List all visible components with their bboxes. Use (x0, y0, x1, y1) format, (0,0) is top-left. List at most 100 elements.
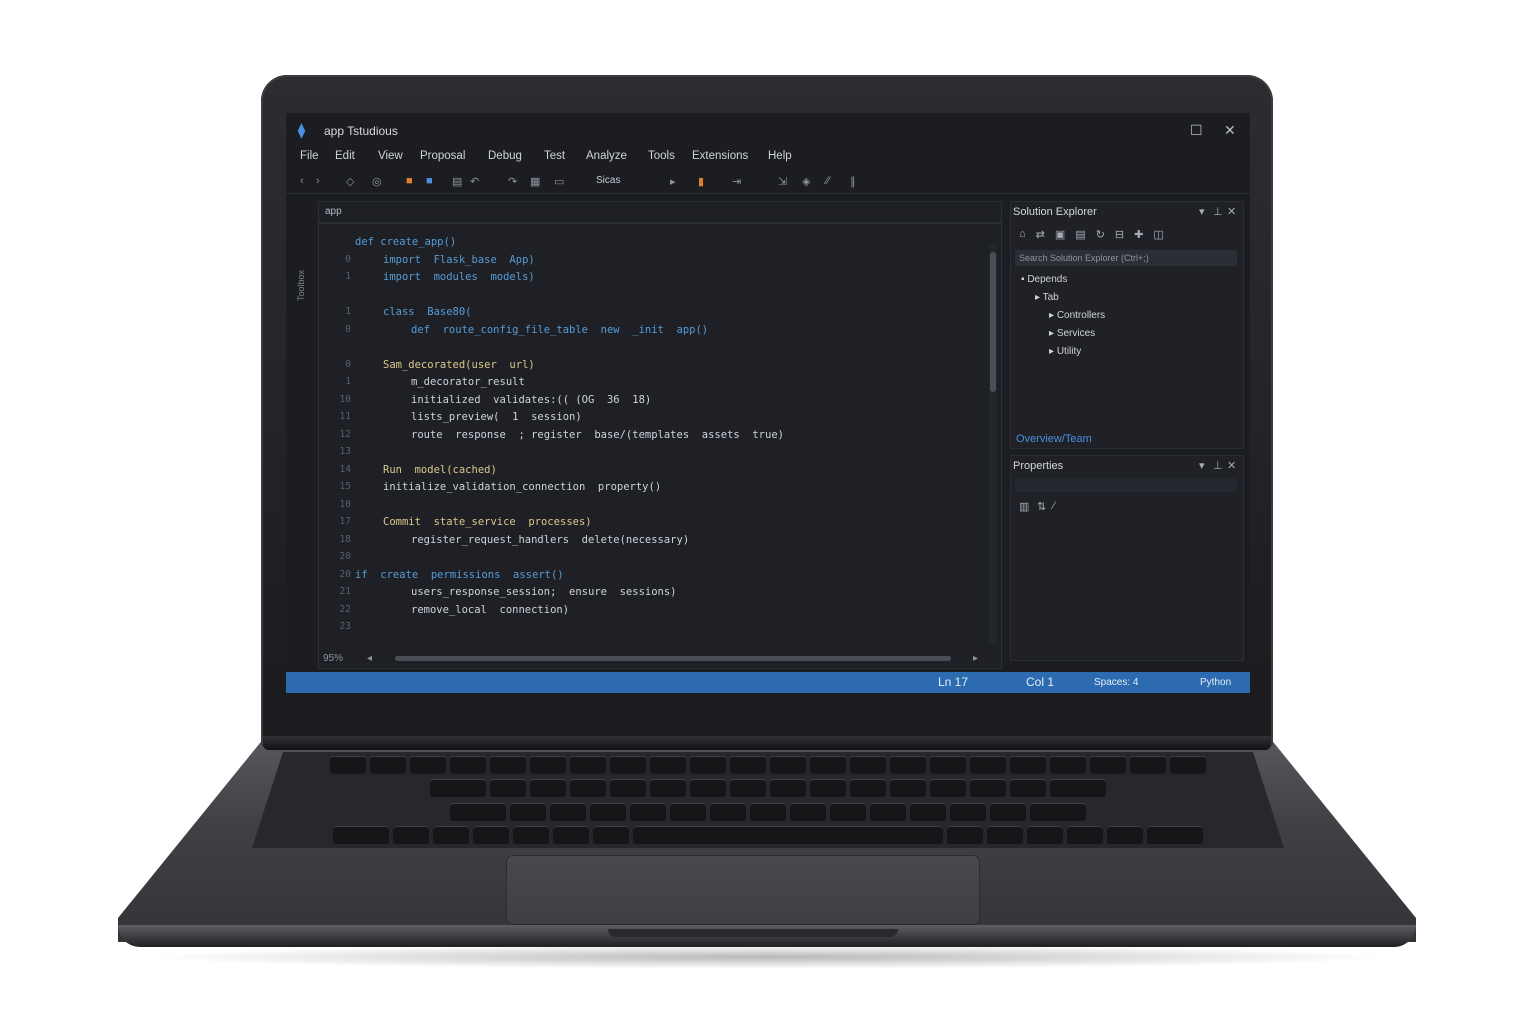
new-item-icon[interactable]: ◇ (346, 175, 354, 188)
status-column[interactable]: Col 1 (1026, 675, 1054, 689)
panel-dropdown-icon[interactable]: ▾ (1199, 459, 1205, 472)
preview-icon[interactable]: ◫ (1153, 228, 1163, 241)
maximize-button[interactable]: ☐ (1190, 122, 1203, 139)
tree-item[interactable]: ▸ Tab (1035, 292, 1059, 303)
save-all-icon[interactable]: ▤ (452, 175, 462, 188)
sync-icon[interactable]: ⇄ (1036, 228, 1045, 241)
status-language[interactable]: Python (1200, 677, 1231, 688)
forward-icon[interactable]: › (316, 175, 320, 187)
panel-dropdown-icon[interactable]: ▾ (1199, 205, 1205, 218)
menu-edit[interactable]: Edit (335, 150, 355, 162)
zoom-level[interactable]: 95% (323, 653, 343, 664)
tree-item[interactable]: ▸ Utility (1049, 346, 1081, 357)
bookmark-icon[interactable]: ◈ (802, 175, 810, 188)
team-explorer-link[interactable]: Overview/Team (1016, 433, 1092, 445)
properties-icon[interactable]: ✚ (1134, 228, 1143, 241)
home-icon[interactable]: ⌂ (1019, 228, 1026, 241)
code-line[interactable]: 0 Sam_decorated(user url) (319, 359, 979, 375)
panel-close-icon[interactable]: ✕ (1227, 205, 1236, 218)
menu-test[interactable]: Test (544, 150, 565, 162)
step-over-icon[interactable]: ⇥ (732, 175, 741, 188)
show-all-files-icon[interactable]: ▤ (1075, 228, 1085, 241)
code-line[interactable] (319, 341, 979, 357)
code-line[interactable]: 11 lists_preview( 1 session) (319, 411, 979, 427)
menu-help[interactable]: Help (768, 150, 792, 162)
back-icon[interactable]: ‹ (300, 175, 304, 187)
code-line[interactable]: 14 Run model(cached) (319, 464, 979, 480)
tree-item[interactable]: ▸ Services (1049, 328, 1095, 339)
vertical-scrollbar[interactable] (989, 244, 997, 644)
vertical-scroll-thumb[interactable] (990, 252, 996, 392)
code-line[interactable]: 10 (319, 499, 979, 515)
status-line[interactable]: Ln 17 (938, 675, 968, 689)
menu-view[interactable]: View (378, 150, 403, 162)
keyboard-key (1130, 756, 1166, 774)
code-line[interactable]: 23 (319, 621, 979, 637)
tree-expand-icon[interactable]: ▸ (1035, 292, 1043, 303)
code-line[interactable]: 10 initialized validates:(( (OG 36 18) (319, 394, 979, 410)
code-editor[interactable]: app def create_app() 0 import Flask_base A… (318, 201, 1002, 669)
code-line[interactable]: 20 if create permissions assert() (319, 569, 979, 585)
refresh-icon[interactable]: ↻ (1096, 228, 1105, 241)
tree-item[interactable]: ▸ Controllers (1049, 310, 1105, 321)
menu-project[interactable]: Proposal (420, 150, 465, 162)
pin-icon[interactable]: ⊥ (1213, 459, 1223, 472)
categorized-icon[interactable]: ▥ (1019, 500, 1029, 513)
save-icon[interactable]: ■ (426, 175, 433, 187)
open-folder-icon[interactable]: ■ (406, 175, 413, 187)
code-line[interactable]: 12 route response ; register base/(templa… (319, 429, 979, 445)
attach-icon[interactable]: ▮ (698, 175, 704, 188)
solution-search-input[interactable]: Search Solution Explorer (Ctrl+;) (1015, 250, 1237, 266)
code-line[interactable] (319, 289, 979, 305)
status-spaces[interactable]: Spaces: 4 (1094, 677, 1138, 688)
menu-extensions[interactable]: Extensions (692, 150, 748, 162)
tree-item[interactable]: ▪ Depends (1021, 274, 1067, 285)
code-line[interactable]: 1 import modules models) (319, 271, 979, 287)
keyboard-key (450, 802, 506, 821)
pending-changes-icon[interactable]: ▣ (1055, 228, 1065, 241)
code-line[interactable]: def create_app() (319, 236, 979, 252)
close-button[interactable]: ✕ (1224, 122, 1236, 139)
start-icon[interactable]: ▸ (670, 175, 676, 188)
code-line[interactable]: 15 initialize_validation_connection prope… (319, 481, 979, 497)
menu-debug[interactable]: Debug (488, 150, 522, 162)
code-line[interactable]: 18 register_request_handlers delete(neces… (319, 534, 979, 550)
step-into-icon[interactable]: ⇲ (778, 175, 787, 188)
horizontal-scrollbar[interactable] (377, 654, 991, 662)
scroll-right-icon[interactable]: ▸ (973, 653, 978, 664)
code-line[interactable]: 1 class Base80( (319, 306, 979, 322)
collapse-all-icon[interactable]: ⊟ (1115, 228, 1124, 241)
debug-target-icon[interactable]: ▭ (554, 175, 564, 188)
editor-tab[interactable]: app (325, 206, 342, 217)
redo-icon[interactable]: ↷ (508, 175, 517, 188)
code-line[interactable]: 0 def route_config_file_table new _init a… (319, 324, 979, 340)
toolbox-strip[interactable]: Toolbox (296, 201, 310, 301)
menu-analyze[interactable]: Analyze (586, 150, 627, 162)
menu-tools[interactable]: Tools (648, 150, 675, 162)
properties-object-selector[interactable] (1015, 478, 1237, 492)
comment-icon[interactable]: ⁄⁄ (826, 175, 830, 187)
configuration-dropdown[interactable]: Sicas (596, 175, 620, 186)
tree-expand-icon[interactable]: ▸ (1049, 346, 1057, 357)
code-line[interactable]: 0 import Flask_base App) (319, 254, 979, 270)
code-line[interactable]: 22 remove_local connection) (319, 604, 979, 620)
property-pages-icon[interactable]: ⁄ (1053, 500, 1055, 512)
alphabetical-icon[interactable]: ⇅ (1037, 500, 1046, 513)
scroll-left-icon[interactable]: ◂ (367, 653, 372, 664)
code-line[interactable]: 1 m_decorator_result (319, 376, 979, 392)
pin-icon[interactable]: ⊥ (1213, 205, 1223, 218)
horizontal-scroll-thumb[interactable] (395, 656, 951, 661)
uncomment-icon[interactable]: ∥ (850, 175, 856, 188)
open-icon[interactable]: ◎ (372, 175, 382, 188)
code-line[interactable]: 17 Commit state_service processes) (319, 516, 979, 532)
panel-close-icon[interactable]: ✕ (1227, 459, 1236, 472)
tree-expand-icon[interactable]: ▸ (1049, 328, 1057, 339)
undo-icon[interactable]: ↶ (470, 175, 479, 188)
code-line[interactable]: 13 (319, 446, 979, 462)
code-line[interactable]: 20 (319, 551, 979, 567)
tree-expand-icon[interactable]: ▸ (1049, 310, 1057, 321)
menu-file[interactable]: File (300, 150, 319, 162)
code-line[interactable]: 21 users_response_session; ensure session… (319, 586, 979, 602)
code-area[interactable]: def create_app() 0 import Flask_base App) 1… (319, 236, 983, 646)
build-icon[interactable]: ▦ (530, 175, 540, 188)
